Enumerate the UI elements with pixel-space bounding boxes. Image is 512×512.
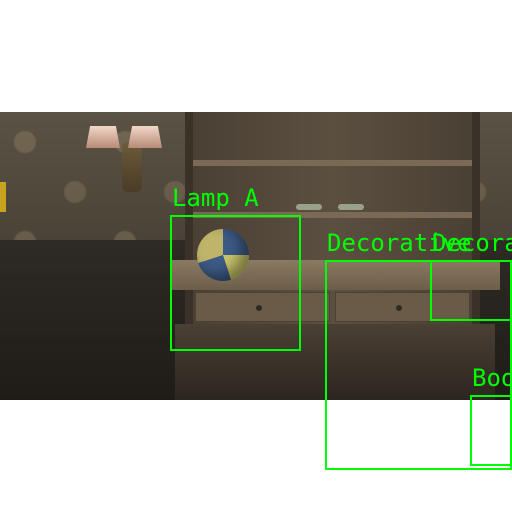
bbox-book[interactable] — [470, 395, 512, 466]
bbox-label-lamp-a: Lamp A — [172, 186, 259, 210]
shelf-ornament[interactable] — [338, 204, 364, 210]
bbox-label-decorative-2: Decorative — [432, 231, 512, 255]
shelf-board — [193, 160, 472, 166]
shelf-ornament[interactable] — [296, 204, 322, 210]
bbox-label-book: Boo — [472, 366, 512, 390]
lamp-shade-right — [128, 126, 162, 148]
door-edge — [0, 182, 6, 212]
bbox-decorative-2[interactable] — [430, 260, 512, 321]
wall-sconce[interactable] — [122, 142, 142, 192]
lamp-shade-left — [86, 126, 120, 148]
bbox-lamp-a[interactable] — [170, 215, 301, 351]
